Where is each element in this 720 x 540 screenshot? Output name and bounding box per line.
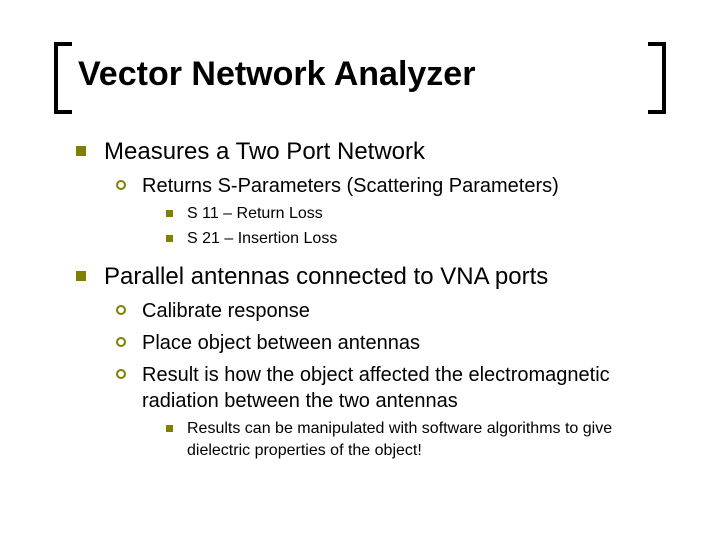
l2-text: Place object between antennas [142, 330, 420, 356]
list-item: Calibrate response [116, 298, 660, 324]
list-item: Result is how the object affected the el… [116, 362, 660, 414]
bracket-right-icon [648, 42, 666, 114]
slide: Vector Network Analyzer Measures a Two P… [0, 0, 720, 501]
circle-bullet-icon [116, 305, 126, 315]
bracket-left-icon [54, 42, 72, 114]
l2-text: Returns S-Parameters (Scattering Paramet… [142, 173, 559, 199]
l1-text: Parallel antennas connected to VNA ports [104, 262, 548, 292]
list-item: S 11 – Return Loss [166, 203, 660, 225]
l2-text: Calibrate response [142, 298, 310, 324]
list-item: Parallel antennas connected to VNA ports [76, 262, 660, 292]
square-bullet-icon [76, 146, 86, 156]
square-bullet-icon [166, 210, 173, 217]
circle-bullet-icon [116, 369, 126, 379]
square-bullet-icon [166, 235, 173, 242]
square-bullet-icon [166, 425, 173, 432]
slide-title: Vector Network Analyzer [78, 48, 642, 109]
l3-text: S 11 – Return Loss [187, 203, 323, 225]
list-item: Results can be manipulated with software… [166, 418, 660, 461]
l3-text: S 21 – Insertion Loss [187, 228, 337, 250]
square-bullet-icon [76, 271, 86, 281]
list-item: Place object between antennas [116, 330, 660, 356]
l3-text: Results can be manipulated with software… [187, 418, 660, 461]
l2-text: Result is how the object affected the el… [142, 362, 660, 414]
circle-bullet-icon [116, 337, 126, 347]
content: Measures a Two Port Network Returns S-Pa… [60, 137, 660, 461]
l1-text: Measures a Two Port Network [104, 137, 425, 167]
list-item: Measures a Two Port Network [76, 137, 660, 167]
circle-bullet-icon [116, 180, 126, 190]
title-wrap: Vector Network Analyzer [60, 48, 660, 109]
list-item: S 21 – Insertion Loss [166, 228, 660, 250]
list-item: Returns S-Parameters (Scattering Paramet… [116, 173, 660, 199]
